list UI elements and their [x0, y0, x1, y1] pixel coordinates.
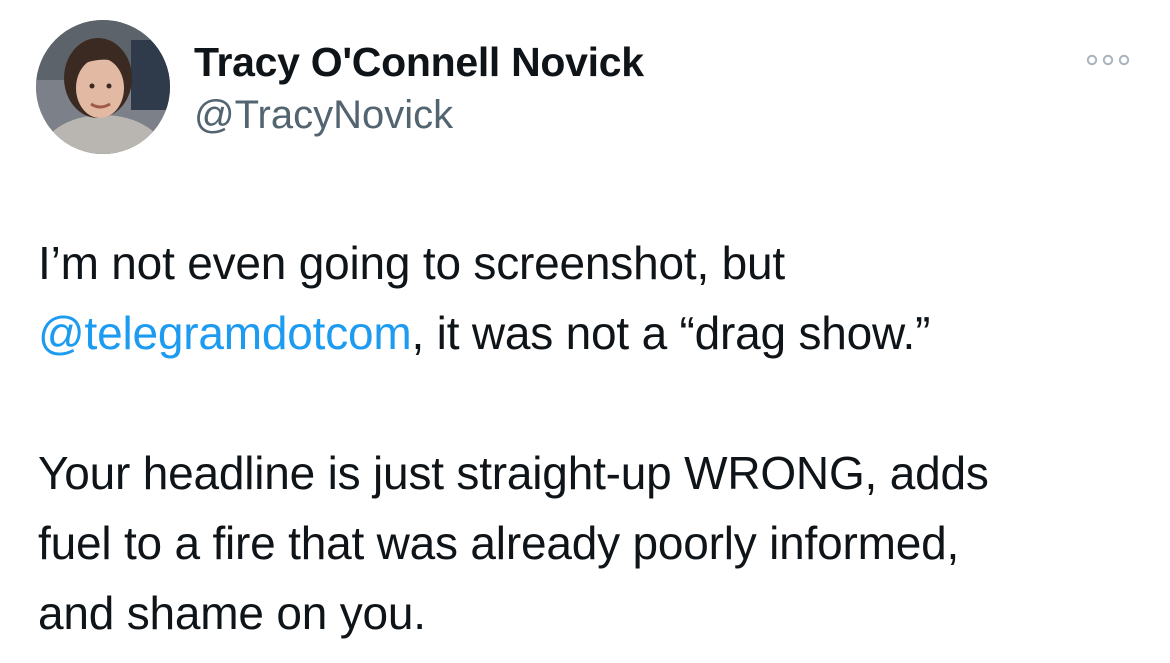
tweet-line: and shame on you.: [38, 587, 426, 639]
tweet-paragraph-1: I’m not even going to screenshot, but @t…: [38, 228, 1148, 368]
tweet-paragraph-2: Your headline is just straight-up WRONG,…: [38, 438, 1148, 648]
tweet-line: , it was not a “drag show.”: [411, 307, 931, 359]
more-horizontal-icon: [1086, 54, 1130, 66]
avatar-image: [36, 20, 170, 154]
mention-link[interactable]: @telegramdotcom: [38, 307, 412, 359]
author-name[interactable]: Tracy O'Connell Novick: [194, 36, 644, 88]
author-handle[interactable]: @TracyNovick: [194, 90, 453, 140]
avatar[interactable]: [36, 20, 170, 154]
tweet-line: Your headline is just straight-up WRONG,…: [38, 447, 989, 499]
tweet-text: I’m not even going to screenshot, but @t…: [38, 228, 1148, 648]
tweet-line: I’m not even going to screenshot, but: [38, 237, 785, 289]
more-options-button[interactable]: [1080, 42, 1136, 78]
tweet-card: Tracy O'Connell Novick @TracyNovick I’m …: [0, 0, 1170, 663]
tweet-line: fuel to a fire that was already poorly i…: [38, 517, 960, 569]
